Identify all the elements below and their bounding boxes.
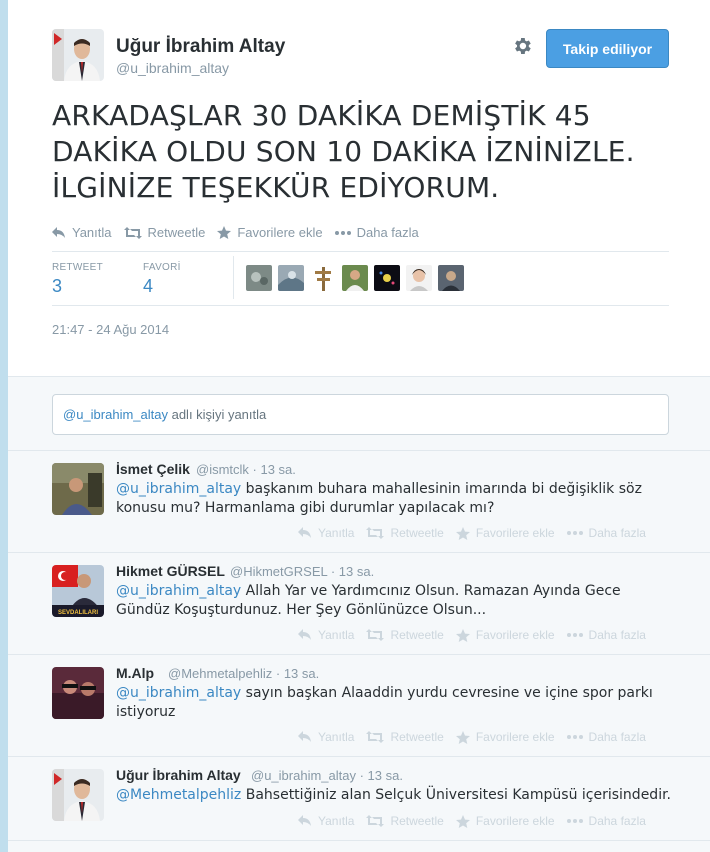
retweet-icon [366, 731, 385, 743]
ellipsis-icon [566, 735, 583, 739]
main-tweet: Uğur İbrahim Altay @u_ibrahim_altay Taki… [8, 0, 710, 376]
reply-author-name[interactable]: M.Alp [116, 665, 154, 681]
retweet-count[interactable]: 3 [52, 276, 62, 297]
reply-text: @Mehmetalpehliz Bahsettiğiniz alan Selçu… [116, 787, 672, 803]
favoriters-list [246, 265, 470, 291]
star-icon [455, 814, 470, 828]
reply-avatar[interactable] [52, 463, 104, 515]
ellipsis-icon [566, 531, 583, 535]
divider [52, 305, 669, 306]
ellipsis-icon [566, 819, 583, 823]
reply-author-handle[interactable]: @HikmetGRSEL · 13 sa. [230, 564, 374, 579]
author-handle[interactable]: @u_ibrahim_altay [116, 60, 229, 76]
reply-tweet-partial [8, 841, 710, 852]
favoriter-avatar[interactable] [246, 265, 272, 291]
retweet-action[interactable]: Retweetle [366, 814, 444, 828]
reply-tweet[interactable]: M.Alp @Mehmetalpehliz · 13 sa. @u_ibrahi… [8, 655, 710, 757]
reply-avatar[interactable]: SEVDALILARI [52, 565, 104, 617]
divider [52, 251, 669, 252]
reply-tweet[interactable]: Uğur İbrahim Altay @u_ibrahim_altay · 13… [8, 757, 710, 841]
reply-icon [52, 226, 65, 238]
reply-action[interactable]: Yanıtla [298, 526, 354, 540]
reply-actions: Yanıtla Retweetle Favorilere ekle Daha f… [298, 814, 658, 828]
reply-action[interactable]: Yanıtla [52, 225, 112, 240]
favorite-action[interactable]: Favorilere ekle [455, 526, 555, 540]
stats-separator [233, 256, 234, 299]
author-avatar[interactable] [52, 29, 104, 81]
favorite-action[interactable]: Favorilere ekle [455, 730, 555, 744]
reply-icon [298, 629, 311, 640]
tweet-actions: Yanıtla Retweetle Favorilere ekle Daha f… [52, 225, 431, 240]
reply-tweet[interactable]: İsmet Çelik @ismtclk · 13 sa. @u_ibrahim… [8, 451, 710, 553]
reply-author-handle[interactable]: @u_ibrahim_altay · 13 sa. [251, 768, 403, 783]
reply-author-handle[interactable]: @ismtclk · 13 sa. [196, 462, 296, 477]
favorite-count[interactable]: 4 [143, 276, 153, 297]
tweet-permalink-container: Uğur İbrahim Altay @u_ibrahim_altay Taki… [8, 0, 710, 852]
reply-input-mention: @u_ibrahim_altay [63, 407, 168, 422]
favoriter-avatar[interactable] [278, 265, 304, 291]
more-action[interactable]: Daha fazla [566, 526, 646, 540]
more-action[interactable]: Daha fazla [566, 628, 646, 642]
retweet-action[interactable]: Retweetle [366, 526, 444, 540]
favoriter-avatar[interactable] [310, 265, 336, 291]
retweet-action[interactable]: Retweetle [366, 628, 444, 642]
avatar-badge-text: SEVDALILARI [58, 610, 98, 616]
reply-actions: Yanıtla Retweetle Favorilere ekle Daha f… [298, 628, 658, 642]
favorite-action[interactable]: Favorilere ekle [455, 814, 555, 828]
reply-actions: Yanıtla Retweetle Favorilere ekle Daha f… [298, 730, 658, 744]
favoriter-avatar[interactable] [406, 265, 432, 291]
reply-action[interactable]: Yanıtla [298, 628, 354, 642]
reply-input[interactable]: @u_ibrahim_altay adlı kişiyi yanıtla [52, 394, 669, 435]
reply-icon [298, 731, 311, 742]
favorite-stat-label: FAVORİ [143, 262, 181, 273]
favoriter-avatar[interactable] [342, 265, 368, 291]
reply-action[interactable]: Yanıtla [298, 730, 354, 744]
favorite-label: Favorilere ekle [237, 225, 323, 240]
favoriter-avatar[interactable] [438, 265, 464, 291]
following-button[interactable]: Takip ediliyor [546, 29, 669, 68]
reply-actions: Yanıtla Retweetle Favorilere ekle Daha f… [298, 526, 658, 540]
reply-author-handle[interactable]: @Mehmetalpehliz · 13 sa. [168, 666, 319, 681]
favorite-action[interactable]: Favorilere ekle [217, 225, 323, 240]
retweet-icon [366, 527, 385, 539]
reply-author-name[interactable]: İsmet Çelik [116, 461, 190, 477]
reply-avatar[interactable] [52, 667, 104, 719]
star-icon [455, 628, 470, 642]
retweet-action[interactable]: Retweetle [123, 225, 206, 240]
reply-icon [298, 527, 311, 538]
ellipsis-icon [566, 633, 583, 637]
more-label: Daha fazla [356, 225, 419, 240]
reply-text: @u_ibrahim_altay sayın başkan Alaaddin y… [116, 685, 653, 720]
reply-action[interactable]: Yanıtla [298, 814, 354, 828]
star-icon [455, 526, 470, 540]
gear-icon[interactable] [511, 35, 533, 57]
tweet-text: ARKADAŞLAR 30 DAKİKA DEMİŞTİK 45 DAKİKA … [52, 99, 635, 204]
tweet-timestamp[interactable]: 21:47 - 24 Ağu 2014 [52, 322, 169, 337]
favoriter-avatar[interactable] [374, 265, 400, 291]
retweet-action[interactable]: Retweetle [366, 730, 444, 744]
ellipsis-icon [334, 230, 351, 235]
star-icon [455, 730, 470, 744]
reply-avatar[interactable] [52, 769, 104, 821]
more-action[interactable]: Daha fazla [334, 225, 419, 240]
more-action[interactable]: Daha fazla [566, 814, 646, 828]
reply-icon [298, 815, 311, 826]
retweet-stat-label: RETWEET [52, 262, 103, 273]
retweet-icon [123, 226, 142, 239]
reply-author-name[interactable]: Uğur İbrahim Altay [116, 767, 241, 783]
favorite-action[interactable]: Favorilere ekle [455, 628, 555, 642]
star-icon [217, 226, 232, 239]
reply-label: Yanıtla [72, 225, 112, 240]
reply-author-name[interactable]: Hikmet GÜRSEL [116, 563, 225, 579]
retweet-icon [366, 629, 385, 641]
retweet-label: Retweetle [147, 225, 206, 240]
reply-text: @u_ibrahim_altay başkanım buhara mahalle… [116, 481, 642, 516]
author-name[interactable]: Uğur İbrahim Altay [116, 36, 285, 58]
reply-input-placeholder: adlı kişiyi yanıtla [167, 407, 267, 422]
reply-area: @u_ibrahim_altay adlı kişiyi yanıtla [8, 376, 710, 451]
reply-text: @u_ibrahim_altay Allah Yar ve Yardımcını… [116, 583, 621, 618]
retweet-icon [366, 815, 385, 827]
more-action[interactable]: Daha fazla [566, 730, 646, 744]
reply-tweet[interactable]: SEVDALILARI Hikmet GÜRSEL @HikmetGRSEL ·… [8, 553, 710, 655]
